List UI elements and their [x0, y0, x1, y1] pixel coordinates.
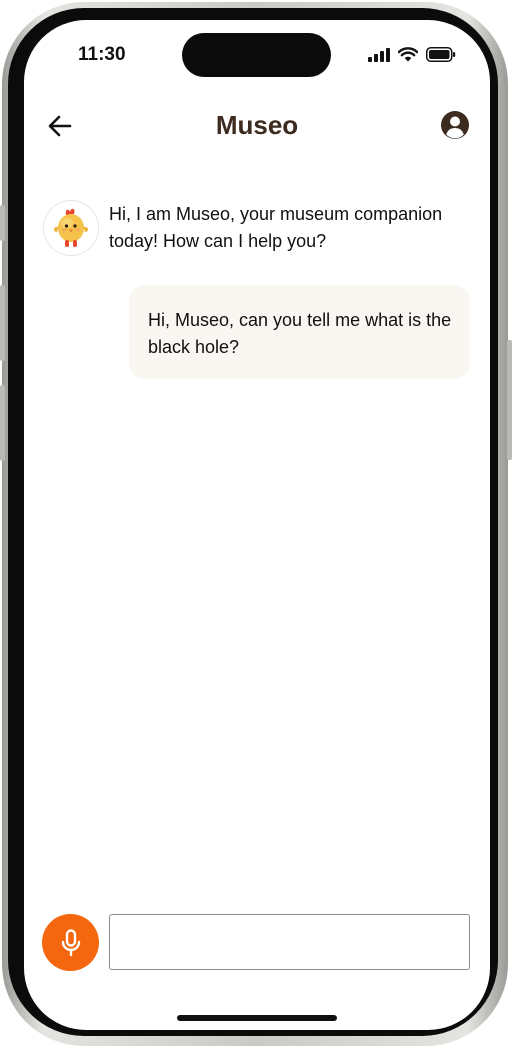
microphone-button[interactable]	[42, 914, 99, 971]
signal-icon	[368, 47, 390, 62]
chick-mascot-icon	[53, 208, 89, 247]
home-indicator[interactable]	[177, 1015, 337, 1021]
user-message-text: Hi, Museo, can you tell me what is the b…	[148, 310, 452, 357]
volume-down-button	[0, 385, 5, 461]
wifi-icon	[398, 47, 418, 62]
status-time: 11:30	[78, 44, 126, 65]
battery-icon	[426, 47, 456, 62]
status-icons	[368, 47, 456, 62]
user-circle-icon[interactable]	[440, 110, 470, 140]
power-button	[507, 340, 512, 460]
bot-avatar	[43, 200, 99, 256]
app-screen: 11:30 Museo Hi, I am Museo, your museum …	[24, 20, 490, 1030]
bot-message: Hi, I am Museo, your museum companion to…	[109, 204, 443, 251]
page-title: Museo	[215, 110, 299, 140]
action-button	[0, 205, 5, 241]
microphone-icon	[61, 928, 80, 956]
message-input[interactable]	[109, 914, 470, 970]
user-message-bubble: Hi, Museo, can you tell me what is the b…	[129, 285, 470, 379]
volume-up-button	[0, 285, 5, 361]
dynamic-island	[182, 33, 331, 77]
